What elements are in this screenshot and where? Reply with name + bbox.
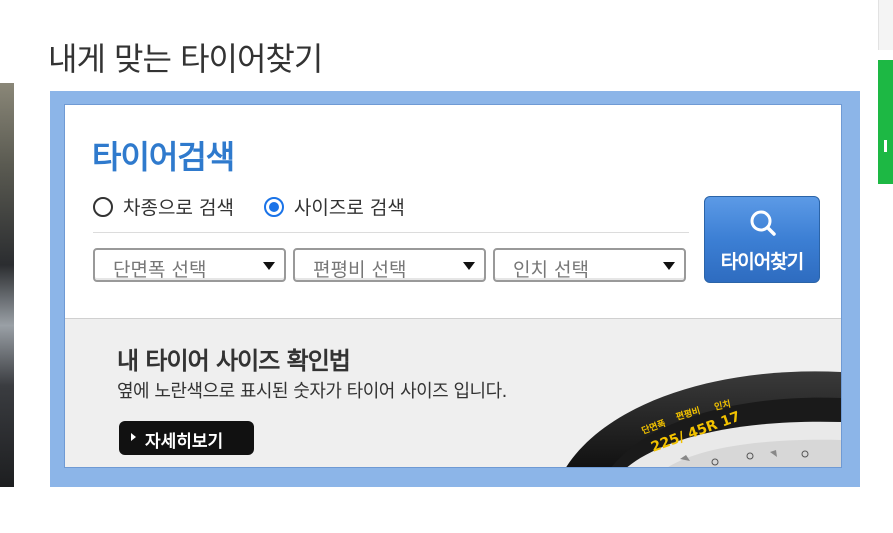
view-details-label: 자세히보기 [145, 432, 224, 452]
width-select-value: 단면폭 선택 [113, 259, 207, 281]
radio-search-by-vehicle[interactable]: 차종으로 검색 [93, 193, 234, 220]
radio-label: 차종으로 검색 [123, 197, 234, 219]
find-tire-label: 타이어찾기 [720, 251, 804, 273]
ratio-select-value: 편평비 선택 [313, 259, 407, 281]
side-quick-tab[interactable] [878, 60, 893, 184]
radio-search-by-size[interactable]: 사이즈로 검색 [263, 193, 405, 220]
radio-button-checked[interactable] [263, 196, 284, 217]
width-select[interactable]: 단면폭 선택 [93, 248, 286, 282]
dropdown-caret-icon [463, 262, 475, 270]
ratio-select[interactable]: 편평비 선택 [293, 248, 486, 282]
search-title: 타이어검색 [92, 138, 235, 176]
size-guide-section: 내 타이어 사이즈 확인법 옆에 노란색으로 표시된 숫자가 타이어 사이즈 입… [65, 318, 841, 467]
tire-sidewall-image: 단면폭 편평비 인치 225/ 45R 17 [566, 371, 841, 467]
inch-select[interactable]: 인치 선택 [493, 248, 686, 282]
divider [93, 232, 689, 233]
arrow-right-icon [131, 433, 136, 441]
tire-search-panel: 타이어검색 차종으로 검색 사이즈로 검색 단면폭 선택 편평비 선택 인치 선… [64, 104, 842, 468]
left-banner-photo [0, 83, 14, 487]
inch-select-value: 인치 선택 [513, 259, 589, 281]
page-title: 내게 맞는 타이어찾기 [48, 40, 323, 78]
size-guide-title: 내 타이어 사이즈 확인법 [117, 347, 351, 375]
dropdown-caret-icon [663, 262, 675, 270]
size-guide-description: 옆에 노란색으로 표시된 숫자가 타이어 사이즈 입니다. [117, 381, 507, 402]
radio-button[interactable] [93, 196, 113, 217]
right-edge-panel [878, 0, 893, 50]
radio-label: 사이즈로 검색 [293, 197, 405, 219]
search-mode-radio-group: 차종으로 검색 사이즈로 검색 [93, 193, 435, 220]
find-tire-button[interactable]: 타이어찾기 [704, 196, 820, 283]
view-details-button[interactable]: 자세히보기 [119, 421, 254, 455]
search-icon [750, 210, 776, 236]
dropdown-caret-icon [263, 262, 275, 270]
